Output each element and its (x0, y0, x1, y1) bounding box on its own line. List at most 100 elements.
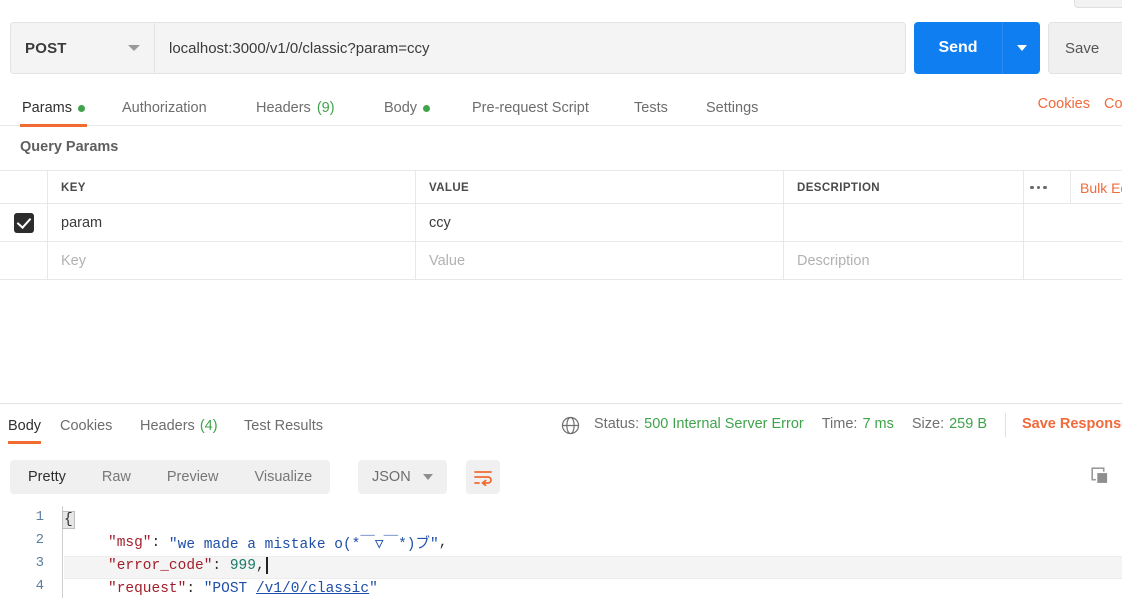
tab-label: Settings (706, 100, 759, 116)
request-tab-headers[interactable]: Headers (9) (254, 90, 337, 126)
column-divider (47, 171, 48, 204)
format-tab-preview[interactable]: Preview (149, 460, 237, 494)
wrap-lines-button[interactable] (466, 460, 500, 494)
column-divider (1023, 171, 1024, 204)
checkmark-icon (13, 212, 34, 233)
tab-label: Body (384, 100, 418, 116)
text-cursor (265, 557, 268, 574)
top-cutoff-chip (1074, 0, 1122, 8)
column-header-key: KEY (61, 181, 86, 194)
unsaved-indicator-dot (77, 104, 85, 112)
tab-label: Tests (634, 100, 668, 116)
row-enabled-checkbox[interactable] (0, 204, 47, 241)
code-line-1: { (62, 508, 75, 531)
line-number: 1 (35, 509, 44, 525)
column-divider (415, 171, 416, 204)
request-tab-tests[interactable]: Tests (632, 90, 670, 126)
response-tab-body[interactable]: Body (8, 408, 42, 444)
table-row[interactable]: Key Value Description (0, 242, 1122, 280)
json-key-request: "request" (108, 580, 187, 597)
query-params-table: KEY VALUE DESCRIPTION Bulk Edit paramccyKey… (0, 170, 1122, 280)
request-tab-settings[interactable]: Settings (704, 90, 760, 126)
cell-value[interactable]: Value (415, 242, 783, 279)
unsaved-indicator-dot (423, 104, 431, 112)
send-options-button[interactable] (1002, 22, 1040, 74)
url-input[interactable]: localhost:3000/v1/0/classic?param=ccy (154, 22, 906, 74)
more-options-icon[interactable] (1030, 171, 1047, 204)
code-link[interactable]: Code (1104, 96, 1122, 112)
request-tab-body[interactable]: Body (382, 90, 432, 126)
response-format-tabs: Pretty Raw Preview Visualize (10, 460, 331, 494)
status-label: Status: (594, 416, 640, 432)
line-number: 2 (35, 532, 44, 548)
response-tab-headers[interactable]: Headers (4) (140, 408, 218, 444)
http-method-label: POST (25, 39, 67, 57)
tab-label: Authorization (122, 100, 207, 116)
tab-label: Headers (256, 100, 311, 116)
cell-description[interactable] (783, 204, 1023, 241)
send-button[interactable]: Send (914, 22, 1002, 74)
format-tab-raw[interactable]: Raw (84, 460, 149, 494)
response-language-selector[interactable]: JSON (358, 460, 447, 494)
pane-splitter[interactable] (0, 403, 1122, 404)
json-colon: : (186, 580, 204, 597)
json-value-msg: "we made a mistake o(*￣▽￣*)ブ" (168, 537, 439, 553)
response-body-viewer[interactable]: 1 2 3 4 { "msg": "we made a mistake o(*￣▽￣*… (0, 506, 1122, 598)
tab-label: Cookies (60, 418, 113, 434)
json-value-request-prefix: "POST (203, 580, 256, 597)
chevron-down-icon (128, 45, 140, 51)
copy-icon (1091, 467, 1109, 485)
json-colon: : (151, 534, 169, 551)
json-key-error-code: "error_code" (108, 557, 213, 574)
table-row[interactable]: param ccy (0, 204, 1122, 242)
json-comma: , (438, 534, 448, 551)
time-value: 7 ms (862, 416, 894, 432)
cell-value[interactable]: ccy (415, 204, 783, 241)
bulk-edit-link[interactable]: Bulk Edit (1080, 171, 1122, 204)
request-tab-pre-request-script[interactable]: Pre-request Script (470, 90, 591, 126)
copy-response-button[interactable] (1086, 462, 1114, 490)
code-line-2: "msg": "we made a mistake o(*￣▽￣*)ブ", (64, 531, 447, 554)
response-tab-test-results[interactable]: Test Results (244, 408, 323, 444)
tab-label: Test Results (244, 418, 323, 434)
size-value: 259 B (949, 416, 988, 432)
request-tabs: Params Authorization Headers (9) Body Pre-req… (0, 90, 1122, 127)
line-number: 3 (35, 555, 44, 571)
save-response-button[interactable]: Save Response (1022, 416, 1122, 432)
column-header-description: DESCRIPTION (797, 181, 880, 194)
time-label: Time: (821, 416, 858, 432)
json-key-msg: "msg" (108, 534, 152, 551)
table-header-row: KEY VALUE DESCRIPTION Bulk Edit (0, 170, 1122, 204)
line-number: 4 (35, 578, 44, 594)
status-divider (1005, 413, 1006, 437)
request-tab-authorization[interactable]: Authorization (120, 90, 209, 126)
chevron-down-icon (422, 474, 433, 480)
globe-icon[interactable] (560, 415, 581, 436)
tab-label: Params (22, 100, 72, 116)
json-value-request-link[interactable]: /v1/0/classic (256, 581, 369, 597)
cell-description[interactable]: Description (783, 242, 1023, 279)
request-tab-params[interactable]: Params (20, 90, 87, 127)
tab-label: Headers (140, 418, 195, 434)
tab-label: Body (8, 418, 42, 434)
dot (1036, 185, 1040, 190)
cell-key[interactable]: param (47, 204, 415, 241)
code-line-3: "error_code": 999, (64, 554, 268, 577)
language-label: JSON (372, 469, 411, 485)
http-method-selector[interactable]: POST (10, 22, 154, 74)
format-tab-visualize[interactable]: Visualize (236, 460, 330, 494)
size-label: Size: (911, 416, 945, 432)
cookies-link[interactable]: Cookies (1038, 96, 1090, 112)
column-divider (783, 171, 784, 204)
json-comma: , (255, 557, 265, 574)
status-value: 500 Internal Server Error (644, 416, 804, 432)
format-tab-pretty[interactable]: Pretty (10, 460, 84, 494)
tab-count: (4) (199, 418, 218, 434)
dot (1030, 185, 1034, 190)
response-tab-cookies[interactable]: Cookies (60, 408, 112, 444)
column-divider (1070, 171, 1071, 204)
line-number-gutter: 1 2 3 4 (0, 506, 63, 598)
request-bar: POST localhost:3000/v1/0/classic?param=c… (0, 22, 1122, 76)
cell-key[interactable]: Key (47, 242, 415, 279)
save-button[interactable]: Save (1048, 22, 1122, 74)
